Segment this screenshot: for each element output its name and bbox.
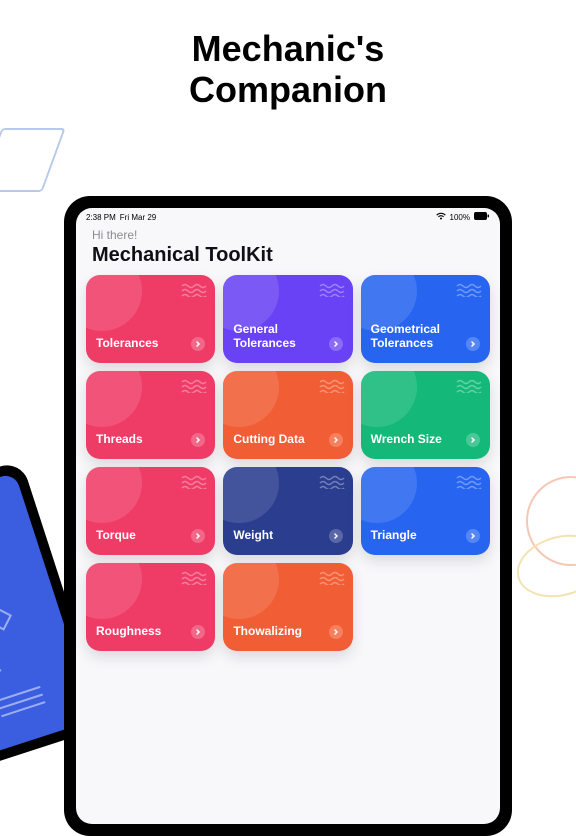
- card-label: Tolerances: [96, 337, 183, 351]
- card-squiggle-decoration: [181, 475, 207, 494]
- card-label: Weight: [233, 529, 320, 543]
- chevron-right-icon: [466, 529, 480, 543]
- card-blob-decoration: [86, 275, 142, 331]
- card-label: Triangle: [371, 529, 458, 543]
- chevron-right-icon: [329, 625, 343, 639]
- card-geometrical-tolerances[interactable]: Geometrical Tolerances: [361, 275, 490, 363]
- card-squiggle-decoration: [319, 283, 345, 302]
- card-label: Roughness: [96, 625, 183, 639]
- app-title: Mechanical ToolKit: [92, 244, 484, 267]
- chevron-right-icon: [191, 433, 205, 447]
- card-threads[interactable]: Threads: [86, 371, 215, 459]
- page-title-line1: Mechanic's: [192, 28, 385, 69]
- chevron-right-icon: [466, 433, 480, 447]
- card-wrench-size[interactable]: Wrench Size: [361, 371, 490, 459]
- page-title: Mechanic's Companion: [0, 28, 576, 111]
- card-squiggle-decoration: [456, 283, 482, 302]
- card-blob-decoration: [86, 371, 142, 427]
- status-bar: 2:38 PM Fri Mar 29 100%: [76, 208, 500, 222]
- status-date: Fri Mar 29: [120, 213, 156, 222]
- card-blob-decoration: [86, 467, 142, 523]
- card-label: Torque: [96, 529, 183, 543]
- card-squiggle-decoration: [456, 379, 482, 398]
- battery-icon: [474, 212, 490, 222]
- card-triangle[interactable]: Triangle: [361, 467, 490, 555]
- card-squiggle-decoration: [319, 475, 345, 494]
- chevron-right-icon: [466, 337, 480, 351]
- card-squiggle-decoration: [181, 571, 207, 590]
- tablet-screen: 2:38 PM Fri Mar 29 100% Hi there! Mechan…: [76, 208, 500, 824]
- status-battery-text: 100%: [450, 213, 470, 222]
- chevron-right-icon: [329, 433, 343, 447]
- card-grid: Tolerances General TolerancesGeometrical …: [76, 275, 500, 651]
- chevron-right-icon: [191, 625, 205, 639]
- card-tolerances[interactable]: Tolerances: [86, 275, 215, 363]
- card-roughness[interactable]: Roughness: [86, 563, 215, 651]
- card-cutting-data[interactable]: Cutting Data: [223, 371, 352, 459]
- card-label: Cutting Data: [233, 433, 320, 447]
- card-blob-decoration: [361, 467, 417, 523]
- chevron-right-icon: [191, 529, 205, 543]
- card-weight[interactable]: Weight: [223, 467, 352, 555]
- card-label: Wrench Size: [371, 433, 458, 447]
- decoration-parallelogram: [0, 128, 66, 192]
- card-squiggle-decoration: [181, 283, 207, 302]
- status-time: 2:38 PM: [86, 213, 116, 222]
- card-torque[interactable]: Torque: [86, 467, 215, 555]
- card-label: Threads: [96, 433, 183, 447]
- card-squiggle-decoration: [456, 475, 482, 494]
- page-title-line2: Companion: [189, 69, 387, 110]
- wifi-icon: [436, 212, 446, 222]
- greeting-text: Hi there!: [92, 228, 484, 242]
- tablet-mockup: 2:38 PM Fri Mar 29 100% Hi there! Mechan…: [64, 196, 512, 836]
- card-squiggle-decoration: [181, 379, 207, 398]
- card-blob-decoration: [223, 467, 279, 523]
- card-squiggle-decoration: [319, 571, 345, 590]
- card-blob-decoration: [86, 563, 142, 619]
- card-label: Thowalizing: [233, 625, 320, 639]
- card-general-tolerances[interactable]: General Tolerances: [223, 275, 352, 363]
- chevron-right-icon: [329, 337, 343, 351]
- chevron-right-icon: [329, 529, 343, 543]
- card-blob-decoration: [223, 563, 279, 619]
- card-blob-decoration: [223, 371, 279, 427]
- card-squiggle-decoration: [319, 379, 345, 398]
- chevron-right-icon: [191, 337, 205, 351]
- app-header: Hi there! Mechanical ToolKit: [76, 222, 500, 275]
- card-thowalizing[interactable]: Thowalizing: [223, 563, 352, 651]
- card-blob-decoration: [361, 371, 417, 427]
